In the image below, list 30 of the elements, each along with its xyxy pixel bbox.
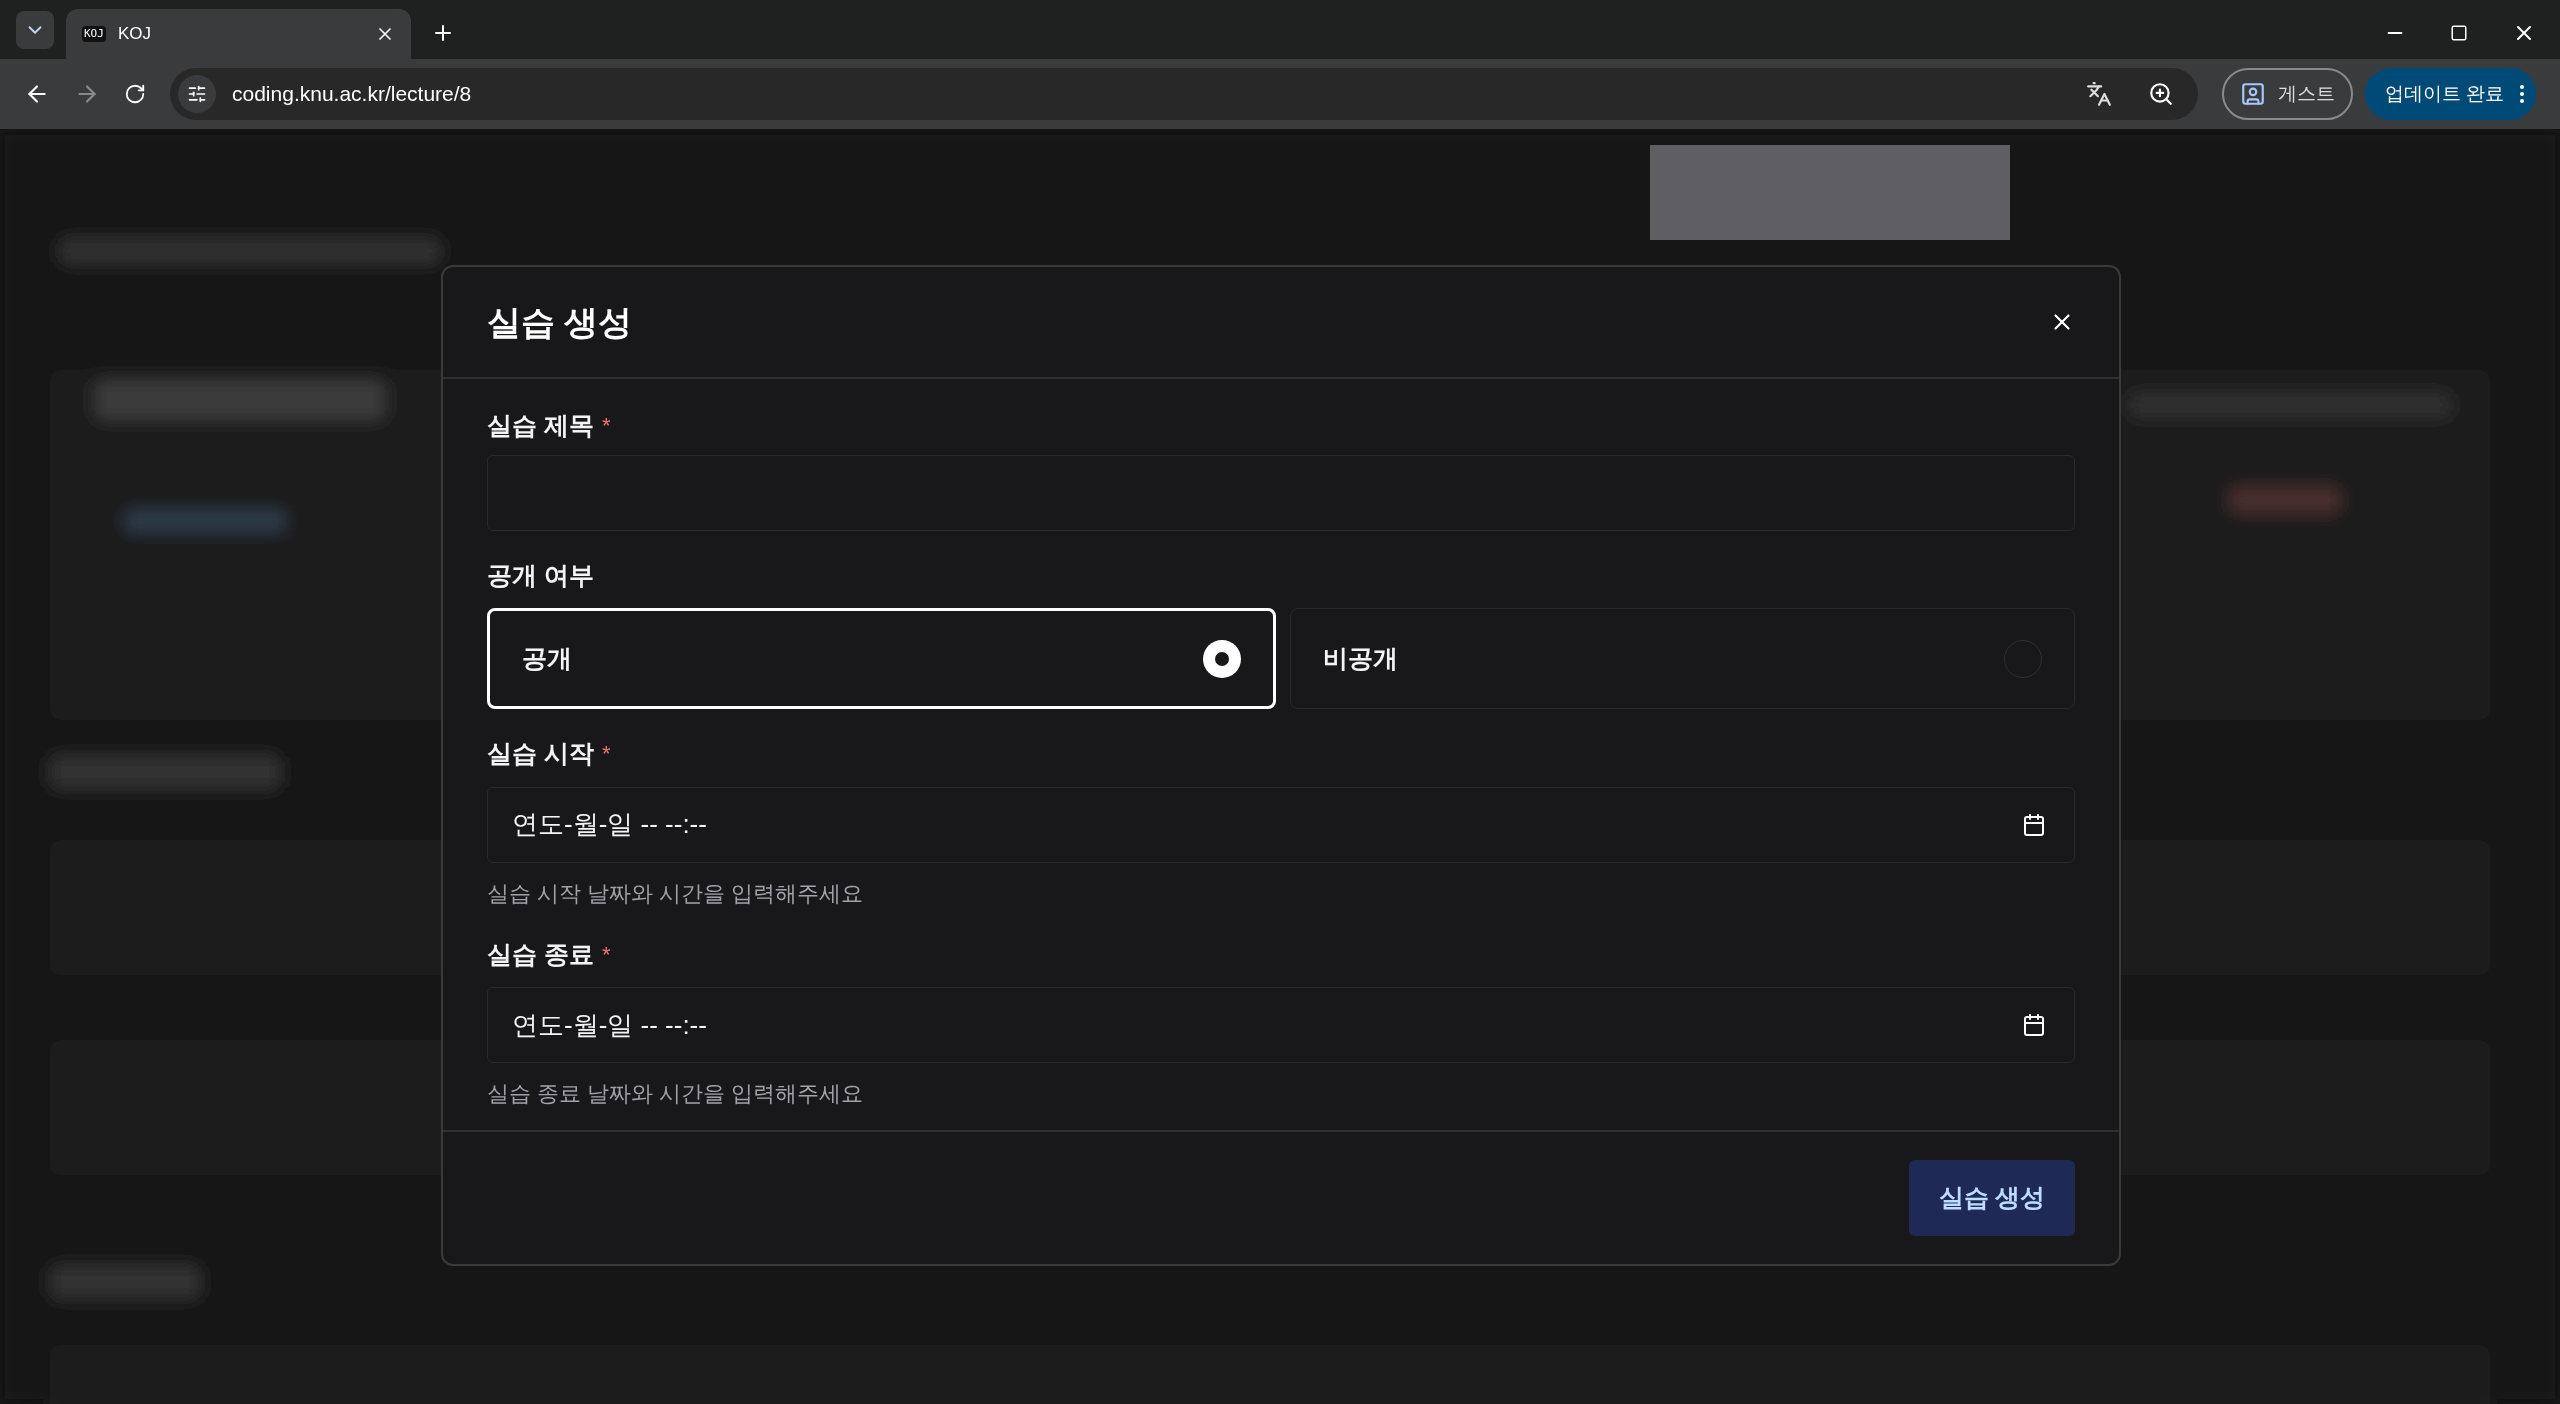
tab-favicon: KOJ (82, 25, 106, 43)
address-bar[interactable]: coding.knu.ac.kr/lecture/8 (170, 68, 2198, 120)
create-button[interactable]: 실습 생성 (1909, 1160, 2075, 1236)
field-label: 실습 시작 (487, 738, 594, 769)
datetime-field[interactable]: 연도-월-일 -- --:-- (487, 987, 2075, 1063)
field-label: 공개 여부 (487, 559, 594, 591)
translate-icon[interactable] (2085, 81, 2112, 107)
menu-icon (2520, 85, 2524, 103)
profile-icon (2239, 81, 2266, 107)
field-label: 실습 제목 (487, 410, 594, 441)
field-hint: 실습 시작 날짜와 시간을 입력해주세요 (487, 879, 865, 908)
calendar-icon (2022, 812, 2046, 837)
calendar-icon (2022, 1013, 2046, 1037)
browser-tab[interactable]: KOJ KOJ (66, 9, 411, 59)
datetime-field[interactable]: 연도-월-일 -- --:-- (487, 786, 2075, 863)
reload-icon[interactable] (124, 83, 146, 105)
radio-option[interactable]: 비공개 (1290, 608, 2075, 709)
profile-button[interactable]: 게스트 (2221, 68, 2353, 120)
required-mark: * (601, 740, 611, 769)
zoom-icon[interactable] (2147, 81, 2174, 107)
update-button[interactable]: 업데이트 완료 (2364, 68, 2536, 120)
field-label: 실습 종료 (487, 938, 594, 970)
dialog-title: 실습 생성 (487, 301, 633, 343)
field-hint: 실습 종료 날짜와 시간을 입력해주세요 (487, 1080, 865, 1108)
url-text: coding.knu.ac.kr/lecture/8 (232, 81, 473, 108)
maximize-icon[interactable] (2450, 24, 2468, 42)
required-mark: * (601, 940, 611, 969)
tab-title: KOJ (117, 23, 152, 46)
required-mark: * (601, 412, 611, 441)
radio-option[interactable]: 공개 (487, 608, 1276, 709)
